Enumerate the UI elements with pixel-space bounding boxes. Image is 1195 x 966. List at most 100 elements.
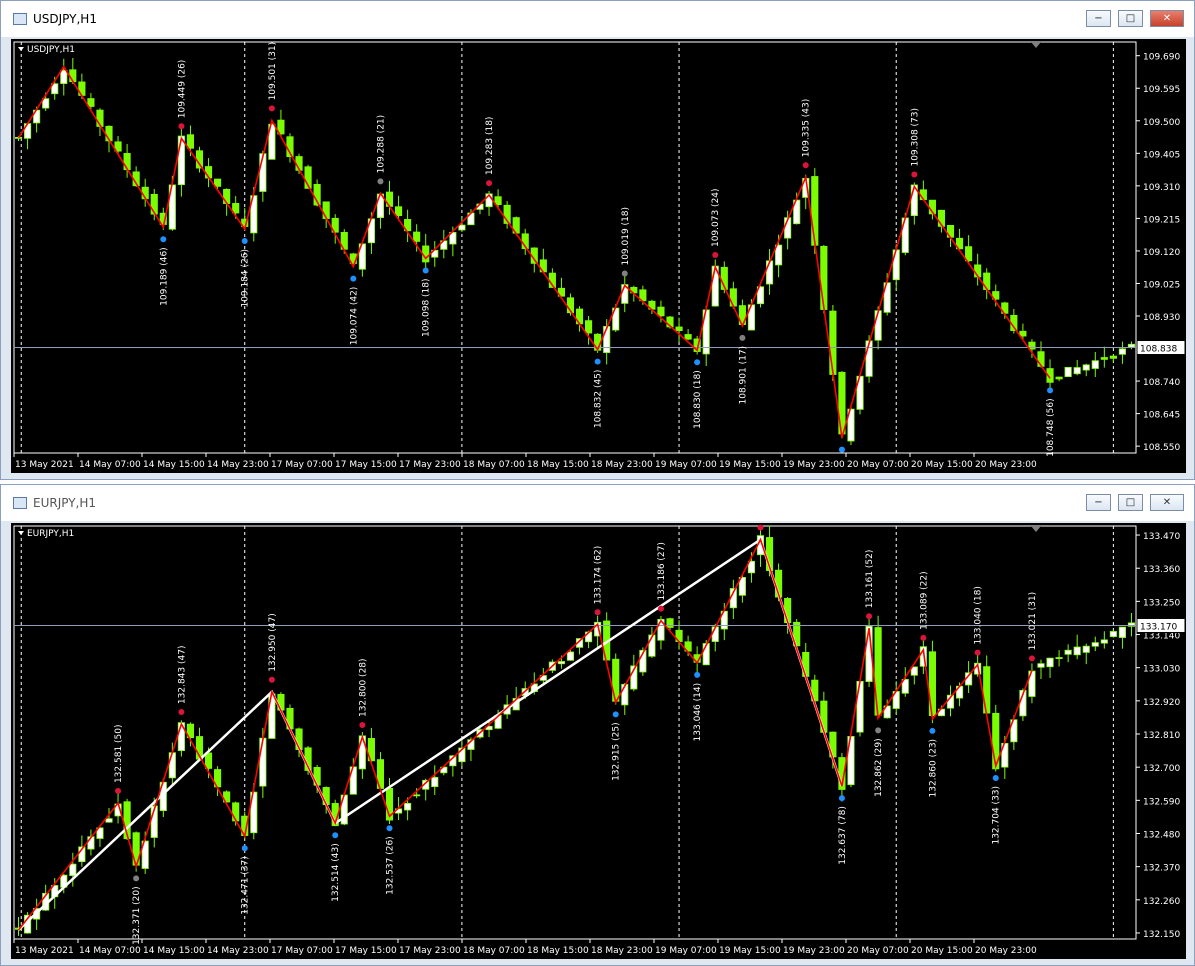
x-tick-label: 14 May 07:00 xyxy=(79,946,141,956)
candle-body xyxy=(765,260,774,285)
candle-body xyxy=(856,680,864,733)
candle-body xyxy=(413,231,421,242)
chart-symbol-label: USDJPY,H1 xyxy=(27,45,75,55)
usdjpy-chart-svg[interactable]: 109.690 109.595 109.500 109.405 109.310 109.2… xyxy=(11,39,1186,473)
x-tick-label: 17 May 07:00 xyxy=(271,946,333,956)
candle-body xyxy=(675,326,683,331)
usdjpy-chart[interactable]: 109.690 109.595 109.500 109.405 109.310 109.2… xyxy=(11,39,1186,473)
y-tick-label: 108.930 xyxy=(1143,313,1180,323)
swing-point-dot xyxy=(359,722,366,729)
candle-body xyxy=(177,135,185,186)
window-titlebar[interactable]: EURJPY,H1 − □ ✕ xyxy=(1,485,1194,521)
y-tick-label: 109.500 xyxy=(1143,118,1180,128)
eurjpy-chart[interactable]: 133.470 133.360 133.250 133.140 133.030 132.9… xyxy=(11,523,1186,959)
swing-point-label: 132.860 (23) xyxy=(928,739,938,798)
swing-point-label: 132.581 (50) xyxy=(114,724,124,783)
swing-point-label: 109.288 (21) xyxy=(376,115,386,174)
candle-body xyxy=(874,310,882,341)
candle-body xyxy=(1100,639,1108,644)
candle-body xyxy=(557,661,565,665)
candle-body xyxy=(259,737,267,787)
swing-point-dot xyxy=(612,711,619,718)
x-tick-label: 20 May 23:00 xyxy=(975,946,1037,956)
swing-point-dot xyxy=(160,236,167,243)
y-tick-label: 133.250 xyxy=(1143,598,1180,608)
y-tick-label: 132.150 xyxy=(1143,930,1180,940)
y-tick-label: 133.360 xyxy=(1143,565,1180,575)
swing-point-dot xyxy=(621,270,628,277)
candle-body xyxy=(1082,645,1090,653)
x-tick-label: 13 May 2021 xyxy=(15,946,74,956)
swing-point-label: 109.019 (18) xyxy=(621,207,631,266)
window-titlebar[interactable]: USDJPY,H1 − □ ✕ xyxy=(1,1,1194,37)
x-tick-label: 20 May 15:00 xyxy=(911,460,973,470)
swing-point-label: 132.915 (25) xyxy=(612,722,622,781)
eurjpy-chart-svg[interactable]: 133.470 133.360 133.250 133.140 133.030 132.9… xyxy=(11,523,1186,959)
x-tick-label: 17 May 07:00 xyxy=(271,460,333,470)
current-price-label: 108.838 xyxy=(1140,345,1177,355)
swing-point-label: 108.748 (56) xyxy=(1046,398,1056,457)
swing-point-label: 109.073 (24) xyxy=(711,188,721,247)
eurjpy-window[interactable]: EURJPY,H1 − □ ✕ 133.470 133.360 133.250 133… xyxy=(0,484,1195,966)
x-tick-label: 18 May 15:00 xyxy=(527,460,589,470)
minimize-button[interactable]: − xyxy=(1086,10,1111,27)
close-button[interactable]: ✕ xyxy=(1150,10,1184,27)
candle-body xyxy=(566,651,575,661)
swing-point-label: 109.449 (26) xyxy=(177,60,187,119)
candle-body xyxy=(431,776,439,788)
candle-body xyxy=(214,178,222,187)
swing-point-dot xyxy=(1028,655,1035,662)
minimize-button[interactable]: − xyxy=(1086,494,1111,511)
usdjpy-window[interactable]: USDJPY,H1 − □ ✕ 109.690 109.595 109.500 109… xyxy=(0,0,1195,480)
swing-point-label: 109.308 (73) xyxy=(910,108,920,167)
swing-point-dot xyxy=(929,727,936,734)
candle-body xyxy=(1019,330,1027,337)
candle-body xyxy=(87,98,95,107)
swing-point-dot xyxy=(133,875,140,882)
close-button[interactable]: ✕ xyxy=(1150,494,1184,511)
swing-point-label: 109.189 (46) xyxy=(159,247,169,306)
swing-point-dot xyxy=(920,634,927,641)
y-tick-label: 109.215 xyxy=(1143,215,1180,225)
y-tick-label: 109.405 xyxy=(1143,150,1180,160)
swing-point-dot xyxy=(694,671,701,678)
current-price-label: 133.170 xyxy=(1140,622,1177,632)
y-tick-label: 133.030 xyxy=(1143,665,1180,675)
candle-body xyxy=(811,176,819,246)
x-tick-label: 14 May 07:00 xyxy=(79,460,141,470)
maximize-button[interactable]: □ xyxy=(1118,494,1143,511)
swing-point-dot xyxy=(350,275,357,282)
y-tick-label: 108.645 xyxy=(1143,411,1180,421)
x-tick-label: 18 May 15:00 xyxy=(527,946,589,956)
swing-point-dot xyxy=(486,180,493,187)
candle-body xyxy=(69,863,77,876)
candle-body xyxy=(1091,360,1099,369)
swing-point-label: 109.184 (26) xyxy=(241,249,251,308)
swing-point-dot xyxy=(757,524,764,531)
swing-point-label: 133.161 (52) xyxy=(865,550,875,609)
candle-body xyxy=(1082,364,1090,371)
x-tick-label: 18 May 23:00 xyxy=(591,946,653,956)
swing-point-dot xyxy=(838,795,845,802)
swing-point-label: 109.283 (18) xyxy=(485,117,495,176)
swing-point-dot xyxy=(866,613,873,620)
y-tick-label: 109.310 xyxy=(1143,183,1180,193)
major-zigzag-line xyxy=(17,537,844,931)
swing-point-dot xyxy=(911,171,918,178)
candle-body xyxy=(1055,657,1063,659)
candle-body xyxy=(123,153,131,171)
swing-point-label: 109.074 (42) xyxy=(349,287,359,346)
candle-body xyxy=(105,818,113,823)
candle-body xyxy=(1073,367,1081,375)
candle-body xyxy=(820,245,828,310)
swing-point-dot xyxy=(1047,387,1054,394)
candle-body xyxy=(1127,343,1136,348)
candle-body xyxy=(1055,376,1063,380)
candle-body xyxy=(413,794,421,797)
swing-point-dot xyxy=(594,609,601,616)
swing-point-label: 109.501 (31) xyxy=(268,42,278,101)
maximize-button[interactable]: □ xyxy=(1118,10,1143,27)
x-tick-label: 19 May 23:00 xyxy=(783,946,845,956)
candle-body xyxy=(150,193,158,215)
swing-point-label: 132.514 (43) xyxy=(331,843,341,902)
